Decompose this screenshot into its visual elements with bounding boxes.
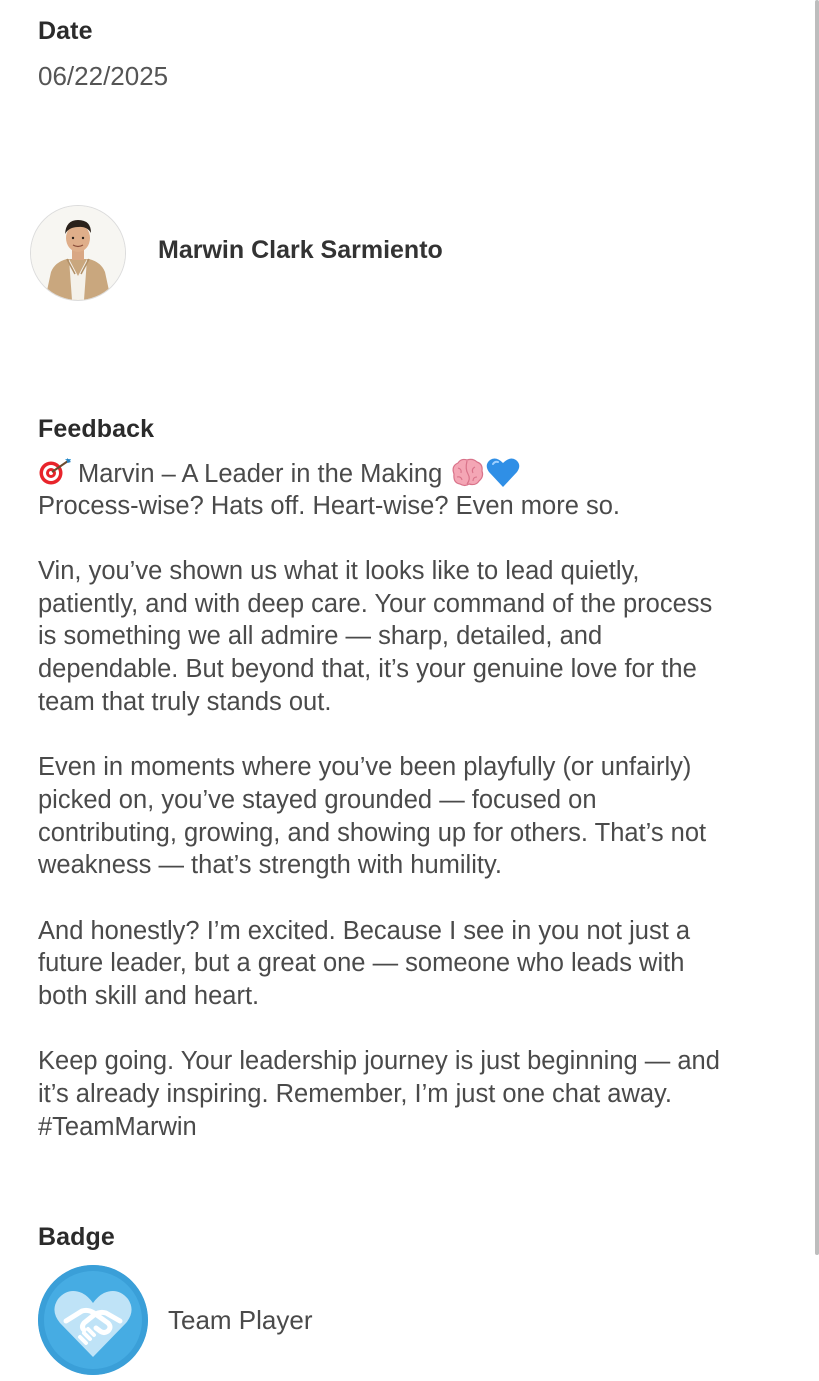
recipient-name[interactable]: Marwin Clark Sarmiento <box>158 236 443 265</box>
feedback-line: picked on, you’ve stayed grounded — focu… <box>38 785 597 814</box>
feedback-line: Even in moments where you’ve been playfu… <box>38 753 692 782</box>
feedback-line: patiently, and with deep care. Your comm… <box>38 589 713 618</box>
person-photo-icon <box>31 206 125 300</box>
feedback-line: And honestly? I’m excited. Because I see… <box>38 916 691 945</box>
feedback-line: is something we all admire — sharp, deta… <box>38 622 603 651</box>
feedback-line: contributing, growing, and showing up fo… <box>38 818 707 847</box>
feedback-line: weakness — that’s strength with humility… <box>38 851 502 880</box>
avatar[interactable] <box>30 205 126 301</box>
feedback-line: future leader, but a great one — someone… <box>38 949 685 978</box>
handshake-heart-icon <box>38 1265 148 1375</box>
blue-heart-emoji-icon <box>485 457 521 489</box>
feedback-detail-page: Date 06/22/2025 Marwin Clark Sarmiento F… <box>0 0 819 1381</box>
brain-emoji-icon <box>449 457 485 489</box>
feedback-line: team that truly stands out. <box>38 687 332 716</box>
feedback-line: Vin, you’ve shown us what it looks like … <box>38 557 640 586</box>
feedback-headline: Marvin – A Leader in the Making <box>78 460 443 488</box>
date-label: Date <box>38 17 93 45</box>
feedback-line: Keep going. Your leadership journey is j… <box>38 1047 720 1076</box>
direct-hit-emoji-icon <box>38 458 72 485</box>
feedback-line: Process-wise? Hats off. Heart-wise? Even… <box>38 491 620 520</box>
feedback-line: both skill and heart. <box>38 982 260 1010</box>
badge-label: Badge <box>38 1223 115 1251</box>
badge-name: Team Player <box>168 1305 313 1335</box>
feedback-headline-line: Marvin – A Leader in the Making <box>38 457 788 490</box>
scrollbar[interactable] <box>814 0 819 1381</box>
feedback-line: it’s already inspiring. Remember, I’m ju… <box>38 1080 673 1109</box>
scrollbar-thumb[interactable] <box>815 0 819 1255</box>
feedback-label: Feedback <box>38 415 155 443</box>
feedback-hashtag[interactable]: #TeamMarwin <box>38 1111 788 1144</box>
feedback-line: dependable. But beyond that, it’s your g… <box>38 655 697 684</box>
badge-icon[interactable] <box>38 1265 148 1375</box>
feedback-message: Marvin – A Leader in the Making Process-… <box>38 457 788 1143</box>
date-value: 06/22/2025 <box>38 61 169 91</box>
